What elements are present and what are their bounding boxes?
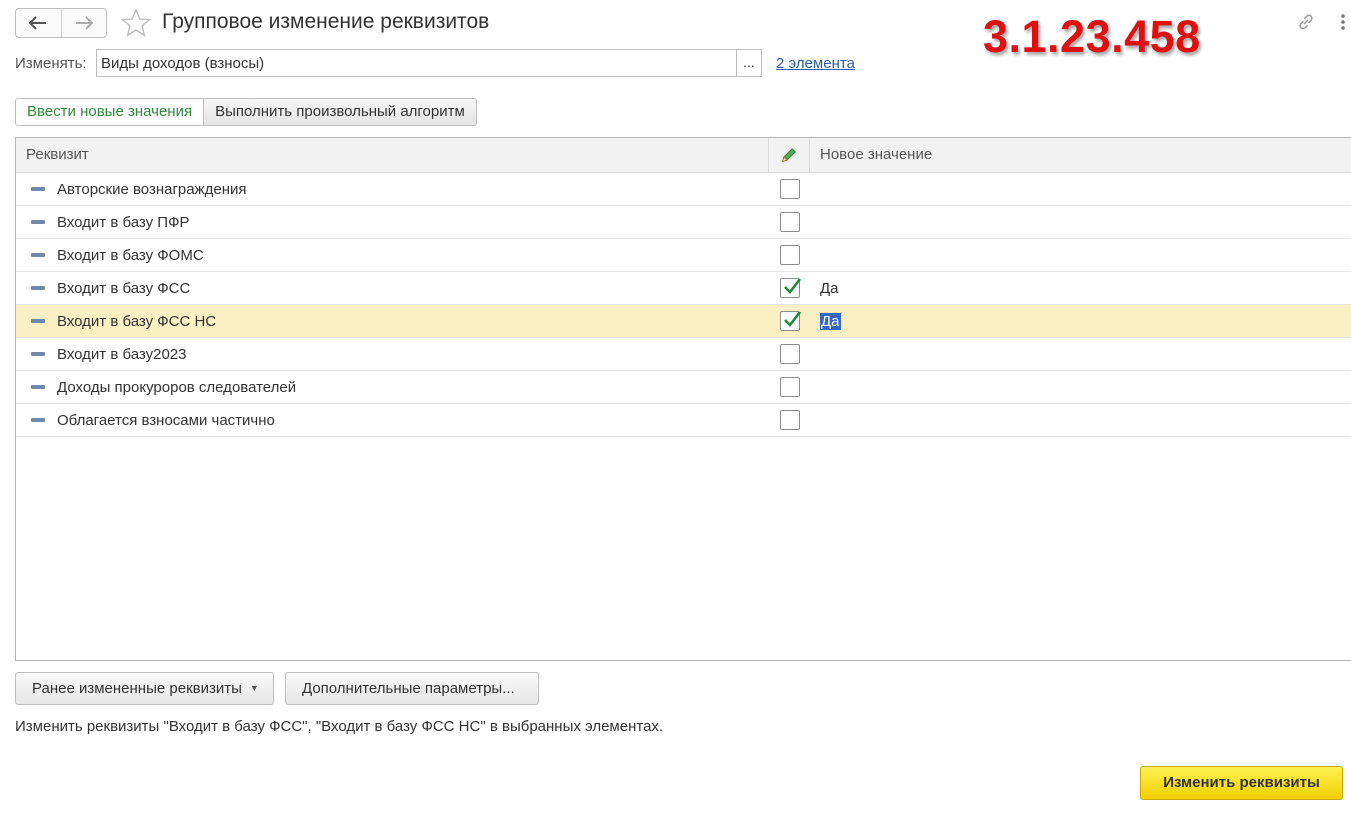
arrow-left-icon <box>29 16 47 30</box>
attribute-icon <box>31 418 45 422</box>
row-checkbox-checked[interactable] <box>779 311 801 331</box>
table-row[interactable]: Доходы прокуроров следователей <box>16 371 1351 404</box>
attribute-icon <box>31 319 45 323</box>
table-row[interactable]: Входит в базу ПФР <box>16 206 1351 239</box>
table-row[interactable]: Входит в базу2023 <box>16 338 1351 371</box>
navigation-buttons <box>15 8 107 38</box>
attribute-icon <box>31 220 45 224</box>
attribute-name: Входит в базу2023 <box>57 345 187 363</box>
table-header: Реквизит Новое значение <box>16 138 1351 173</box>
column-header-new-value[interactable]: Новое значение <box>810 138 1351 172</box>
attribute-name: Входит в базу ПФР <box>57 213 190 231</box>
change-object-field[interactable]: Виды доходов (взносы) <box>96 49 737 77</box>
back-button[interactable] <box>16 9 61 37</box>
table-row[interactable]: Авторские вознаграждения <box>16 173 1351 206</box>
pencil-icon <box>782 148 796 162</box>
page-title: Групповое изменение реквизитов <box>162 10 490 33</box>
dropdown-caret-icon: ▼ <box>249 683 259 693</box>
table-row[interactable]: Облагается взносами частично <box>16 404 1351 437</box>
more-options-icon[interactable] <box>1333 10 1351 34</box>
select-button[interactable]: ... <box>736 49 762 77</box>
table-row[interactable]: Входит в базу ФСС Да <box>16 272 1351 305</box>
tab-new-values[interactable]: Ввести новые значения <box>16 99 204 125</box>
row-checkbox[interactable] <box>779 245 800 265</box>
checkmark-icon <box>783 311 801 327</box>
selected-value-text: Да <box>820 312 841 330</box>
attribute-icon <box>31 253 45 257</box>
status-text: Изменить реквизиты "Входит в базу ФСС", … <box>15 718 664 735</box>
mode-tabs: Ввести новые значения Выполнить произвол… <box>15 98 477 126</box>
apply-changes-button[interactable]: Изменить реквизиты <box>1140 766 1343 800</box>
new-value-cell[interactable]: Да <box>810 312 1351 330</box>
attribute-icon <box>31 385 45 389</box>
row-checkbox[interactable] <box>779 179 800 199</box>
link-icon[interactable] <box>1294 10 1318 34</box>
row-checkbox[interactable] <box>779 410 800 430</box>
attribute-name: Входит в базу ФСС <box>57 279 191 297</box>
tab-custom-algorithm[interactable]: Выполнить произвольный алгоритм <box>203 99 476 125</box>
version-label: 3.1.23.458 <box>983 11 1201 62</box>
column-header-edit[interactable] <box>769 138 810 172</box>
attribute-name: Входит в базу ФСС НС <box>57 312 217 330</box>
additional-parameters-button[interactable]: Дополнительные параметры... <box>285 672 539 705</box>
previously-changed-button[interactable]: Ранее измененные реквизиты ▼ <box>15 672 274 705</box>
attribute-icon <box>31 187 45 191</box>
forward-button[interactable] <box>60 9 107 37</box>
previously-changed-label: Ранее измененные реквизиты <box>32 680 242 697</box>
arrow-right-icon <box>75 16 93 30</box>
row-checkbox[interactable] <box>779 212 800 232</box>
table-row[interactable]: Входит в базу ФОМС <box>16 239 1351 272</box>
attribute-name: Авторские вознаграждения <box>57 180 247 198</box>
new-value-cell[interactable]: Да <box>810 280 1351 297</box>
attribute-name: Входит в базу ФОМС <box>57 246 204 264</box>
row-checkbox-checked[interactable] <box>779 278 801 298</box>
favorite-star-icon[interactable] <box>120 8 152 38</box>
checkmark-icon <box>783 278 801 294</box>
attributes-table: Реквизит Новое значение Авторские вознаг… <box>15 137 1351 661</box>
attribute-icon <box>31 286 45 290</box>
row-checkbox[interactable] <box>779 377 800 397</box>
elements-link[interactable]: 2 элемента <box>776 55 855 72</box>
attribute-name: Облагается взносами частично <box>57 411 275 429</box>
attribute-icon <box>31 352 45 356</box>
table-row-selected[interactable]: Входит в базу ФСС НС Да <box>16 305 1351 338</box>
attribute-name: Доходы прокуроров следователей <box>57 378 297 396</box>
column-header-attribute[interactable]: Реквизит <box>16 138 769 172</box>
row-checkbox[interactable] <box>779 344 800 364</box>
change-label: Изменять: <box>15 55 87 72</box>
